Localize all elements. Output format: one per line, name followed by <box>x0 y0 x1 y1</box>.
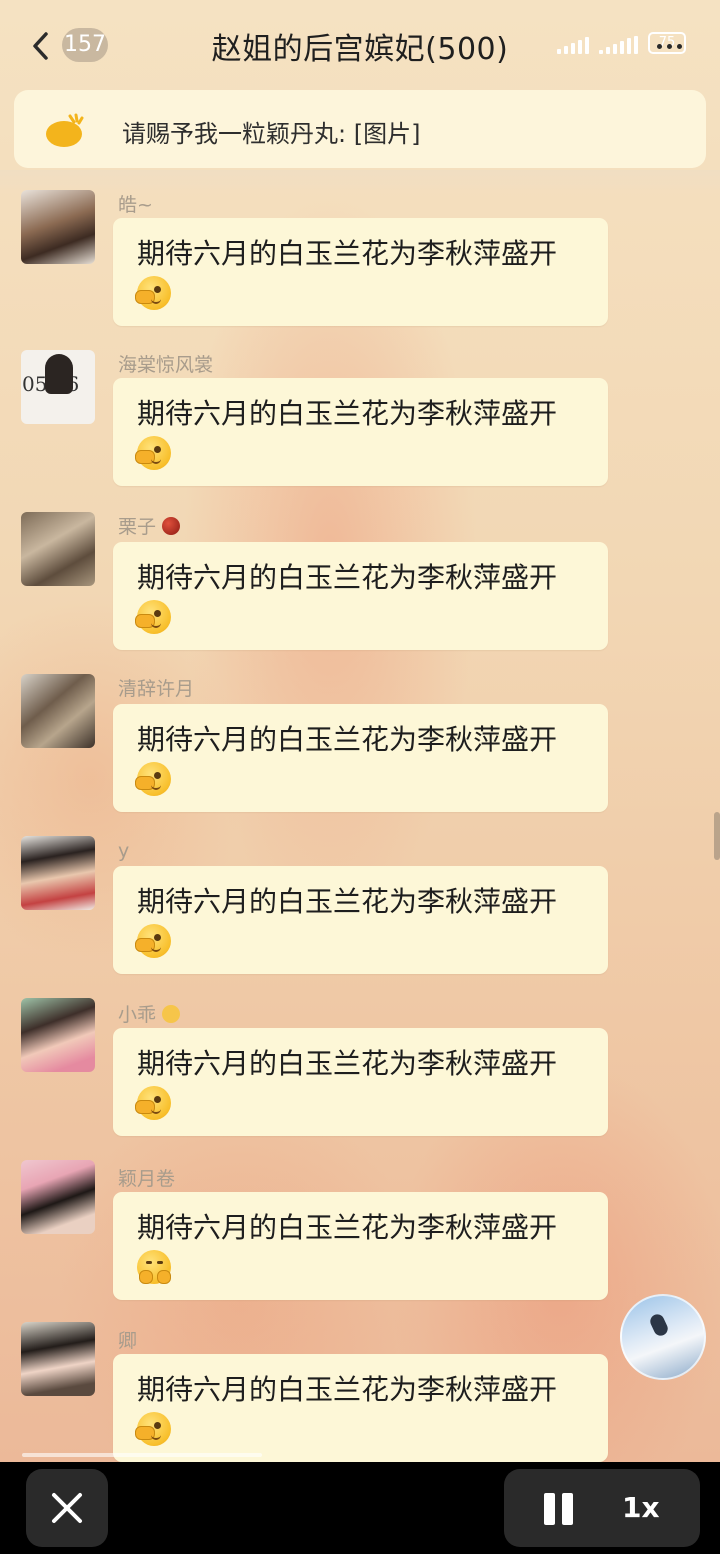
nickname: 清辞许月 <box>118 678 195 700</box>
nickname: 颖月卷 <box>118 1168 176 1190</box>
message-bubble[interactable]: 期待六月的白玉兰花为李秋萍盛开 <box>113 1192 608 1300</box>
message-row: 皓~ 期待六月的白玉兰花为李秋萍盛开 <box>0 190 720 352</box>
playback-controls: 1x <box>504 1469 700 1547</box>
floating-window-avatar[interactable] <box>620 1294 706 1380</box>
message-bubble[interactable]: 期待六月的白玉兰花为李秋萍盛开 <box>113 1354 608 1462</box>
chat-screen: 157 赵姐的后宫嫔妃(500) 75 请赐予我一粒颖丹丸: [图片] 皓~ 期… <box>0 0 720 1462</box>
message-text: 期待六月的白玉兰花为李秋萍盛开 <box>137 1373 558 1406</box>
message-row: 清辞许月 期待六月的白玉兰花为李秋萍盛开 <box>0 674 720 836</box>
nickname: 卿 <box>118 1330 138 1352</box>
pinned-announcement[interactable]: 请赐予我一粒颖丹丸: [图片] <box>14 90 706 168</box>
avatar[interactable]: 05 06 <box>21 350 95 424</box>
scrollbar-thumb[interactable] <box>714 812 720 860</box>
avatar[interactable] <box>21 674 95 748</box>
face-with-hand-over-eye-icon <box>135 1086 171 1120</box>
avatar[interactable] <box>21 1160 95 1234</box>
face-with-hand-over-eye-icon <box>135 276 171 310</box>
message-text: 期待六月的白玉兰花为李秋萍盛开 <box>137 561 558 594</box>
message-text: 期待六月的白玉兰花为李秋萍盛开 <box>137 723 558 756</box>
message-text: 期待六月的白玉兰花为李秋萍盛开 <box>137 397 558 430</box>
message-bubble[interactable]: 期待六月的白玉兰花为李秋萍盛开 <box>113 866 608 974</box>
message-row: y 期待六月的白玉兰花为李秋萍盛开 <box>0 836 720 998</box>
message-text: 期待六月的白玉兰花为李秋萍盛开 <box>137 885 558 918</box>
avatar[interactable] <box>21 1322 95 1396</box>
pause-icon <box>544 1493 555 1525</box>
avatar[interactable] <box>21 512 95 586</box>
nickname: 小乖 <box>118 1000 181 1027</box>
message-text: 期待六月的白玉兰花为李秋萍盛开 <box>137 1211 558 1244</box>
signal-icon <box>557 36 589 54</box>
avatar[interactable] <box>21 998 95 1072</box>
nickname: 皓~ <box>118 194 153 216</box>
message-row: 卿 期待六月的白玉兰花为李秋萍盛开 <box>0 1322 720 1462</box>
close-button[interactable] <box>26 1469 108 1547</box>
apple-icon <box>162 517 181 535</box>
face-with-hand-over-eye-icon <box>135 600 171 634</box>
message-bubble[interactable]: 期待六月的白玉兰花为李秋萍盛开 <box>113 704 608 812</box>
close-icon <box>52 1493 82 1523</box>
message-bubble[interactable]: 期待六月的白玉兰花为李秋萍盛开 <box>113 378 608 486</box>
message-bubble[interactable]: 期待六月的白玉兰花为李秋萍盛开 <box>113 218 608 326</box>
nickname: 海棠惊风裳 <box>118 354 214 376</box>
hugging-face-icon <box>137 1250 171 1284</box>
chat-header: 157 赵姐的后宫嫔妃(500) 75 <box>0 0 720 90</box>
wifi-signal-icon <box>599 36 638 54</box>
playback-progress[interactable] <box>22 1453 262 1457</box>
status-indicators: 75 <box>557 30 686 54</box>
message-bubble[interactable]: 期待六月的白玉兰花为李秋萍盛开 <box>113 1028 608 1136</box>
message-bubble[interactable]: 期待六月的白玉兰花为李秋萍盛开 <box>113 542 608 650</box>
announcement-text: 请赐予我一粒颖丹丸: [图片] <box>122 120 421 148</box>
face-with-hand-over-eye-icon <box>135 1412 171 1446</box>
playback-speed-button[interactable]: 1x <box>622 1491 660 1524</box>
more-options-icon[interactable] <box>657 44 682 49</box>
message-text: 期待六月的白玉兰花为李秋萍盛开 <box>137 1047 558 1080</box>
nickname: y <box>118 840 130 862</box>
message-row: 05 06 海棠惊风裳 期待六月的白玉兰花为李秋萍盛开 <box>0 350 720 512</box>
message-row: 小乖 期待六月的白玉兰花为李秋萍盛开 <box>0 998 720 1160</box>
battery-level: 75 <box>648 32 686 54</box>
nickname: 栗子 <box>118 512 181 539</box>
pause-button[interactable] <box>540 1493 580 1525</box>
face-with-hand-over-eye-icon <box>135 436 171 470</box>
message-row: 栗子 期待六月的白玉兰花为李秋萍盛开 <box>0 512 720 674</box>
avatar[interactable] <box>21 836 95 910</box>
face-with-hand-over-eye-icon <box>135 762 171 796</box>
avatar[interactable] <box>21 190 95 264</box>
message-text: 期待六月的白玉兰花为李秋萍盛开 <box>137 237 558 270</box>
message-row: 颖月卷 期待六月的白玉兰花为李秋萍盛开 <box>0 1160 720 1322</box>
smiling-face-icon <box>162 1005 181 1023</box>
megaphone-icon <box>46 113 84 147</box>
face-with-hand-over-eye-icon <box>135 924 171 958</box>
